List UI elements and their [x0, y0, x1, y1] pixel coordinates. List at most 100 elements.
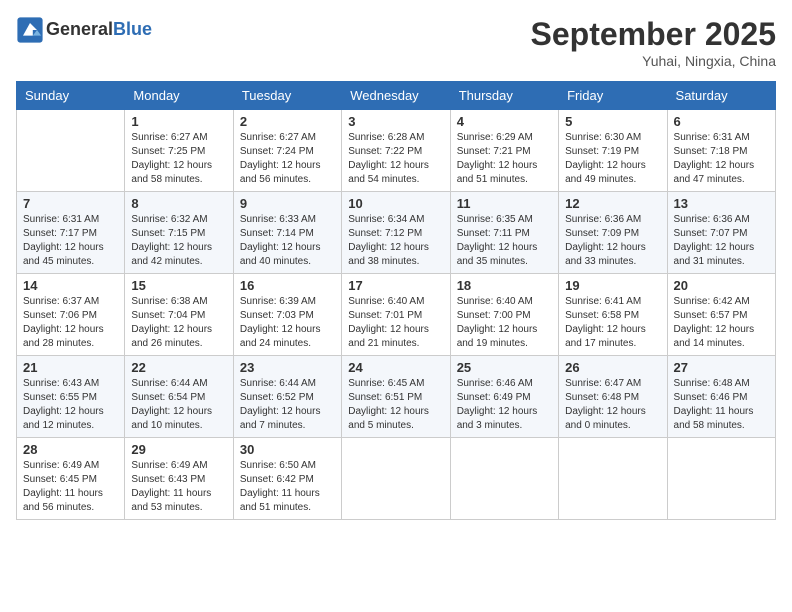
day-info: Sunrise: 6:28 AMSunset: 7:22 PMDaylight:… [348, 131, 443, 187]
day-number: 5 [565, 114, 660, 129]
calendar-cell: 6 Sunrise: 6:31 AMSunset: 7:18 PMDaylight… [667, 110, 775, 192]
day-of-week-header: Sunday [17, 82, 125, 110]
day-number: 6 [674, 114, 769, 129]
day-of-week-header: Tuesday [233, 82, 341, 110]
day-info: Sunrise: 6:35 AMSunset: 7:11 PMDaylight:… [457, 213, 552, 269]
day-info: Sunrise: 6:46 AMSunset: 6:49 PMDaylight:… [457, 377, 552, 433]
day-number: 17 [348, 278, 443, 293]
calendar-cell: 2 Sunrise: 6:27 AMSunset: 7:24 PMDaylight… [233, 110, 341, 192]
calendar-cell: 24 Sunrise: 6:45 AMSunset: 6:51 PMDayligh… [342, 356, 450, 438]
calendar-header-row: SundayMondayTuesdayWednesdayThursdayFrid… [17, 82, 776, 110]
page-header: GeneralBlue September 2025 Yuhai, Ningxi… [16, 16, 776, 69]
day-number: 9 [240, 196, 335, 211]
calendar-cell [667, 438, 775, 520]
day-info: Sunrise: 6:40 AMSunset: 7:00 PMDaylight:… [457, 295, 552, 351]
day-number: 2 [240, 114, 335, 129]
calendar-cell: 27 Sunrise: 6:48 AMSunset: 6:46 PMDayligh… [667, 356, 775, 438]
calendar-table: SundayMondayTuesdayWednesdayThursdayFrid… [16, 81, 776, 520]
calendar-cell: 1 Sunrise: 6:27 AMSunset: 7:25 PMDaylight… [125, 110, 233, 192]
day-info: Sunrise: 6:30 AMSunset: 7:19 PMDaylight:… [565, 131, 660, 187]
day-info: Sunrise: 6:37 AMSunset: 7:06 PMDaylight:… [23, 295, 118, 351]
calendar-cell: 13Sunrise: 6:36 AMSunset: 7:07 PMDayligh… [667, 192, 775, 274]
day-number: 8 [131, 196, 226, 211]
calendar-cell [559, 438, 667, 520]
day-info: Sunrise: 6:36 AMSunset: 7:07 PMDaylight:… [674, 213, 769, 269]
day-of-week-header: Monday [125, 82, 233, 110]
day-number: 19 [565, 278, 660, 293]
day-info: Sunrise: 6:47 AMSunset: 6:48 PMDaylight:… [565, 377, 660, 433]
day-info: Sunrise: 6:32 AMSunset: 7:15 PMDaylight:… [131, 213, 226, 269]
month-title: September 2025 [531, 16, 776, 53]
calendar-week-row: 7 Sunrise: 6:31 AMSunset: 7:17 PMDaylight… [17, 192, 776, 274]
day-number: 12 [565, 196, 660, 211]
day-number: 26 [565, 360, 660, 375]
day-number: 27 [674, 360, 769, 375]
day-info: Sunrise: 6:27 AMSunset: 7:24 PMDaylight:… [240, 131, 335, 187]
calendar-week-row: 28Sunrise: 6:49 AMSunset: 6:45 PMDayligh… [17, 438, 776, 520]
calendar-week-row: 1 Sunrise: 6:27 AMSunset: 7:25 PMDaylight… [17, 110, 776, 192]
calendar-cell: 20Sunrise: 6:42 AMSunset: 6:57 PMDayligh… [667, 274, 775, 356]
calendar-cell: 12 Sunrise: 6:36 AMSunset: 7:09 PMDayligh… [559, 192, 667, 274]
day-info: Sunrise: 6:50 AMSunset: 6:42 PMDaylight:… [240, 459, 335, 515]
calendar-cell: 28Sunrise: 6:49 AMSunset: 6:45 PMDayligh… [17, 438, 125, 520]
day-of-week-header: Thursday [450, 82, 558, 110]
day-info: Sunrise: 6:38 AMSunset: 7:04 PMDaylight:… [131, 295, 226, 351]
logo: GeneralBlue [16, 16, 152, 44]
calendar-week-row: 14 Sunrise: 6:37 AMSunset: 7:06 PMDayligh… [17, 274, 776, 356]
day-number: 3 [348, 114, 443, 129]
calendar-cell [342, 438, 450, 520]
calendar-cell: 22 Sunrise: 6:44 AMSunset: 6:54 PMDayligh… [125, 356, 233, 438]
day-of-week-header: Wednesday [342, 82, 450, 110]
day-number: 23 [240, 360, 335, 375]
calendar-cell: 10Sunrise: 6:34 AMSunset: 7:12 PMDayligh… [342, 192, 450, 274]
day-info: Sunrise: 6:33 AMSunset: 7:14 PMDaylight:… [240, 213, 335, 269]
day-number: 25 [457, 360, 552, 375]
day-info: Sunrise: 6:40 AMSunset: 7:01 PMDaylight:… [348, 295, 443, 351]
day-number: 10 [348, 196, 443, 211]
calendar-cell: 11 Sunrise: 6:35 AMSunset: 7:11 PMDayligh… [450, 192, 558, 274]
calendar-cell: 8 Sunrise: 6:32 AMSunset: 7:15 PMDaylight… [125, 192, 233, 274]
calendar-cell: 14 Sunrise: 6:37 AMSunset: 7:06 PMDayligh… [17, 274, 125, 356]
day-info: Sunrise: 6:27 AMSunset: 7:25 PMDaylight:… [131, 131, 226, 187]
calendar-cell: 25 Sunrise: 6:46 AMSunset: 6:49 PMDayligh… [450, 356, 558, 438]
calendar-cell: 16 Sunrise: 6:39 AMSunset: 7:03 PMDayligh… [233, 274, 341, 356]
day-info: Sunrise: 6:45 AMSunset: 6:51 PMDaylight:… [348, 377, 443, 433]
calendar-week-row: 21 Sunrise: 6:43 AMSunset: 6:55 PMDayligh… [17, 356, 776, 438]
logo-text: GeneralBlue [46, 20, 152, 40]
calendar-cell [450, 438, 558, 520]
day-number: 1 [131, 114, 226, 129]
day-number: 30 [240, 442, 335, 457]
calendar-cell: 3 Sunrise: 6:28 AMSunset: 7:22 PMDaylight… [342, 110, 450, 192]
day-info: Sunrise: 6:36 AMSunset: 7:09 PMDaylight:… [565, 213, 660, 269]
day-info: Sunrise: 6:44 AMSunset: 6:54 PMDaylight:… [131, 377, 226, 433]
day-info: Sunrise: 6:31 AMSunset: 7:18 PMDaylight:… [674, 131, 769, 187]
calendar-cell: 18 Sunrise: 6:40 AMSunset: 7:00 PMDayligh… [450, 274, 558, 356]
calendar-cell: 4 Sunrise: 6:29 AMSunset: 7:21 PMDaylight… [450, 110, 558, 192]
day-info: Sunrise: 6:43 AMSunset: 6:55 PMDaylight:… [23, 377, 118, 433]
day-number: 29 [131, 442, 226, 457]
calendar-cell: 29 Sunrise: 6:49 AMSunset: 6:43 PMDayligh… [125, 438, 233, 520]
day-number: 18 [457, 278, 552, 293]
calendar-cell: 21 Sunrise: 6:43 AMSunset: 6:55 PMDayligh… [17, 356, 125, 438]
calendar-cell: 15Sunrise: 6:38 AMSunset: 7:04 PMDayligh… [125, 274, 233, 356]
day-number: 21 [23, 360, 118, 375]
day-number: 14 [23, 278, 118, 293]
day-info: Sunrise: 6:48 AMSunset: 6:46 PMDaylight:… [674, 377, 769, 433]
calendar-cell: 17 Sunrise: 6:40 AMSunset: 7:01 PMDayligh… [342, 274, 450, 356]
day-info: Sunrise: 6:42 AMSunset: 6:57 PMDaylight:… [674, 295, 769, 351]
day-number: 11 [457, 196, 552, 211]
calendar-cell: 30 Sunrise: 6:50 AMSunset: 6:42 PMDayligh… [233, 438, 341, 520]
day-number: 28 [23, 442, 118, 457]
day-info: Sunrise: 6:31 AMSunset: 7:17 PMDaylight:… [23, 213, 118, 269]
calendar-cell [17, 110, 125, 192]
day-info: Sunrise: 6:44 AMSunset: 6:52 PMDaylight:… [240, 377, 335, 433]
day-number: 22 [131, 360, 226, 375]
day-info: Sunrise: 6:39 AMSunset: 7:03 PMDaylight:… [240, 295, 335, 351]
day-info: Sunrise: 6:29 AMSunset: 7:21 PMDaylight:… [457, 131, 552, 187]
day-info: Sunrise: 6:49 AMSunset: 6:43 PMDaylight:… [131, 459, 226, 515]
day-number: 4 [457, 114, 552, 129]
day-number: 24 [348, 360, 443, 375]
day-number: 7 [23, 196, 118, 211]
day-number: 16 [240, 278, 335, 293]
logo-blue: Blue [113, 19, 152, 39]
